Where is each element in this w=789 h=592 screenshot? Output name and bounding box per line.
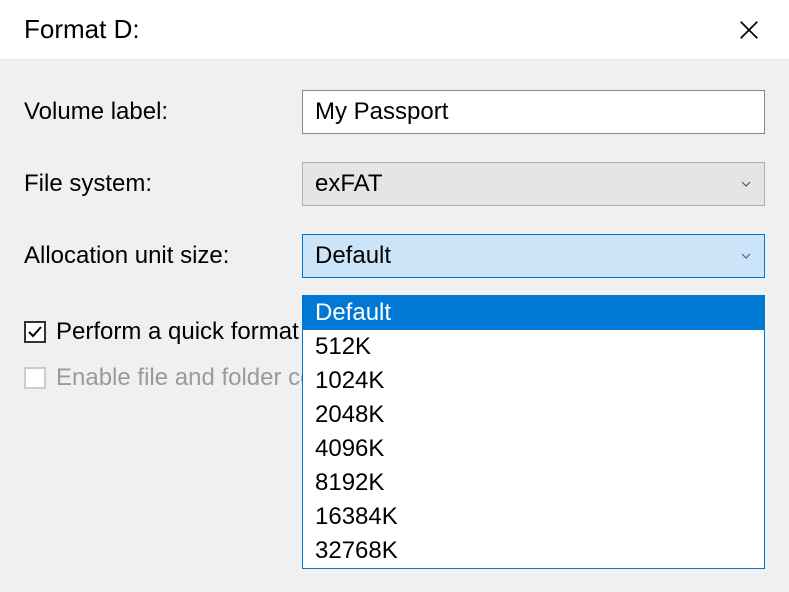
titlebar: Format D: <box>0 0 789 60</box>
window-title: Format D: <box>24 14 140 45</box>
dropdown-option-32768k[interactable]: 32768K <box>303 534 764 568</box>
quick-format-label: Perform a quick format <box>56 318 299 346</box>
dropdown-option-16384k[interactable]: 16384K <box>303 500 764 534</box>
allocation-unit-row: Allocation unit size: Default <box>24 234 765 278</box>
checkmark-icon <box>27 324 43 340</box>
close-icon <box>738 19 760 41</box>
file-system-select[interactable]: exFAT <box>302 162 765 206</box>
dropdown-option-default[interactable]: Default <box>303 296 764 330</box>
dropdown-option-1024k[interactable]: 1024K <box>303 364 764 398</box>
quick-format-checkbox[interactable] <box>24 321 46 343</box>
allocation-unit-value: Default <box>315 242 391 270</box>
allocation-unit-dropdown: Default 512K 1024K 2048K 4096K 8192K 163… <box>302 295 765 569</box>
chevron-down-icon <box>740 250 752 262</box>
file-system-value: exFAT <box>315 170 383 198</box>
dropdown-option-2048k[interactable]: 2048K <box>303 398 764 432</box>
enable-compression-checkbox <box>24 367 46 389</box>
chevron-down-icon <box>740 178 752 190</box>
volume-label-input[interactable] <box>302 90 765 134</box>
dropdown-option-512k[interactable]: 512K <box>303 330 764 364</box>
file-system-row: File system: exFAT <box>24 162 765 206</box>
volume-label-text: Volume label: <box>24 98 302 126</box>
file-system-label: File system: <box>24 170 302 198</box>
dropdown-option-8192k[interactable]: 8192K <box>303 466 764 500</box>
close-button[interactable] <box>729 10 769 50</box>
dropdown-option-4096k[interactable]: 4096K <box>303 432 764 466</box>
allocation-unit-label: Allocation unit size: <box>24 242 302 270</box>
volume-label-row: Volume label: <box>24 90 765 134</box>
allocation-unit-select[interactable]: Default <box>302 234 765 278</box>
